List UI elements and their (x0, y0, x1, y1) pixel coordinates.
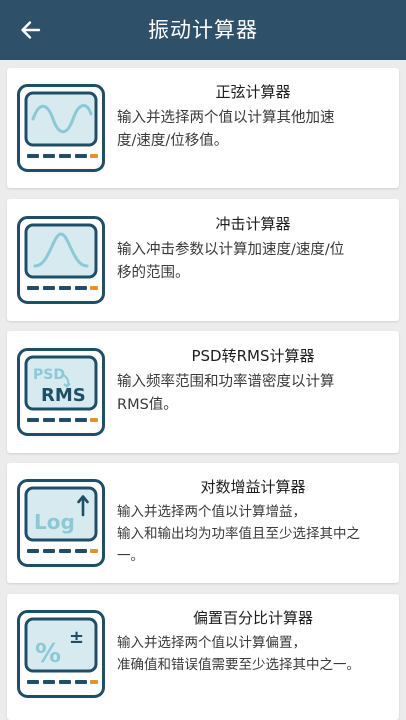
psd-rms-icon: PSD RMS (17, 348, 105, 436)
percent-bias-icon: % ± (17, 610, 105, 698)
card-description: 输入并选择两个值以计算偏置， 准确值和错误值需要至少选择其中之一。 (117, 635, 360, 673)
svg-text:±: ± (69, 627, 84, 648)
percent-bias-calculator-card[interactable]: % ± 偏置百分比计算器 输入并选择两个值以计算偏置， 准确值和错误值需要至少选… (7, 594, 399, 720)
card-title: 偏置百分比计算器 (192, 609, 313, 627)
card-description: 输入并选择两个值以计算其他加速 度/速度/位移值。 (117, 110, 335, 149)
page-title: 振动计算器 (148, 18, 258, 42)
card-description: 输入频率范围和功率谱密度以计算 RMS值。 (117, 374, 335, 413)
card-title: 冲击计算器 (215, 215, 291, 233)
card-title: PSD转RMS计算器 (191, 347, 315, 365)
shock-pulse-icon (17, 216, 105, 304)
log-gain-icon: Log (17, 479, 105, 567)
svg-text:Log: Log (34, 510, 75, 534)
psd-rms-calculator-card[interactable]: PSD RMS PSD转RMS计算器 输入频率范围和功率谱密度以计算 RMS值。 (7, 331, 399, 453)
app-bar: 振动计算器 (0, 0, 406, 60)
sine-calculator-card[interactable]: 正弦计算器 输入并选择两个值以计算其他加速 度/速度/位移值。 (7, 68, 399, 188)
card-title: 正弦计算器 (215, 83, 291, 101)
svg-text:PSD: PSD (33, 367, 65, 383)
card-title: 对数增益计算器 (200, 478, 306, 496)
card-description: 输入冲击参数以计算加速度/速度/位 移的范围。 (117, 242, 345, 281)
shock-calculator-card[interactable]: 冲击计算器 输入冲击参数以计算加速度/速度/位 移的范围。 (7, 199, 399, 321)
log-gain-calculator-card[interactable]: Log 对数增益计算器 输入并选择两个值以计算增益， 输入和输出均为功率值且至少… (7, 463, 399, 583)
svg-text:RMS: RMS (41, 385, 86, 406)
card-description: 输入并选择两个值以计算增益， 输入和输出均为功率值且至少选择其中之 一。 (117, 504, 360, 564)
sine-wave-icon (17, 84, 105, 172)
svg-text:%: % (35, 639, 61, 669)
